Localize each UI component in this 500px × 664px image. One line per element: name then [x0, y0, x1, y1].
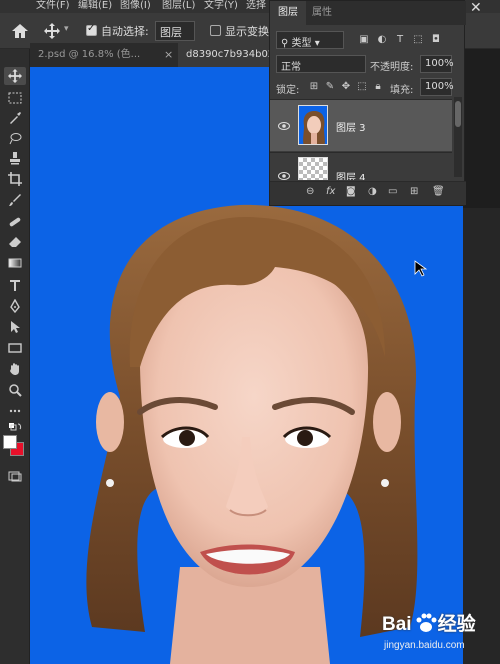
tab-document-1[interactable]: 2.psd @ 16.8% (色... [30, 43, 146, 67]
eye-icon[interactable] [278, 121, 290, 131]
crop-tool-icon[interactable] [4, 170, 26, 188]
show-transform-checkbox[interactable] [210, 25, 221, 36]
search-icon: ⚲ [281, 38, 292, 49]
layers-scrollbar[interactable] [454, 97, 462, 177]
healing-tool-icon[interactable] [4, 213, 26, 231]
menu-edit[interactable]: 编辑(E) [78, 0, 112, 11]
layer-name[interactable]: 图层 4 [336, 169, 366, 180]
filter-shape-icon[interactable]: ⬚ [412, 34, 424, 46]
lock-label: 锁定: [276, 85, 300, 96]
foreground-color-swatch[interactable] [3, 435, 17, 449]
new-group-icon[interactable]: ▭ [388, 186, 397, 197]
lasso-tool-icon[interactable] [4, 129, 26, 147]
auto-select-label: 自动选择: [101, 25, 149, 38]
lock-artboard-icon[interactable]: ⬚ [356, 81, 368, 93]
stamp-tool-icon[interactable] [4, 149, 26, 167]
lock-image-icon[interactable]: ✎ [324, 81, 336, 93]
lock-all-icon[interactable]: 🔒︎ [372, 81, 384, 93]
hand-tool-icon[interactable] [4, 360, 26, 378]
auto-select-target-dropdown[interactable]: 图层 [155, 21, 195, 41]
layers-panel-footer: ⊖ fx ◙ ◑ ▭ ⊞ 🗑︎ [270, 181, 466, 205]
layer-thumbnail [298, 105, 328, 145]
default-colors-icon[interactable] [4, 421, 26, 433]
new-layer-icon[interactable]: ⊞ [410, 186, 418, 197]
eraser-tool-icon[interactable] [4, 233, 26, 251]
filter-pixel-icon[interactable]: ▣ [358, 34, 370, 46]
link-layers-icon[interactable]: ⊖ [306, 186, 314, 197]
document-tabs: 2.psd @ 16.8% (色... × d8390c7b934b028ff9… [30, 43, 300, 67]
fx-button[interactable]: fx [326, 186, 335, 197]
layer-thumbnail [298, 157, 328, 180]
path-selection-tool-icon[interactable] [4, 318, 26, 336]
layers-panel: 图层 属性 ⚲ 类型 ▾ ▣ ◐ T ⬚ ◘ 正常 不透明度: 100% 锁定:… [269, 0, 466, 206]
eyedropper-tool-icon[interactable] [4, 109, 26, 127]
close-icon[interactable]: × [164, 48, 173, 61]
add-mask-icon[interactable]: ◙ [346, 186, 356, 197]
panel-dock [463, 208, 500, 664]
home-icon[interactable] [10, 22, 30, 40]
filter-smart-object-icon[interactable]: ◘ [430, 34, 442, 46]
tab-layers[interactable]: 图层 [270, 1, 306, 25]
auto-select-checkbox[interactable] [86, 23, 97, 36]
layers-panel-tabs: 图层 属性 [270, 1, 466, 25]
brush-tool-icon[interactable] [4, 191, 26, 209]
menu-type[interactable]: 文字(Y) [204, 0, 238, 11]
zoom-tool-icon[interactable] [4, 381, 26, 399]
lock-transparent-icon[interactable]: ⊞ [308, 81, 320, 93]
fill-label: 填充: [390, 85, 414, 96]
chevron-down-icon[interactable]: ▾ [64, 24, 69, 34]
layer-row[interactable]: 图层 4 [270, 152, 452, 180]
layer-name[interactable]: 图层 3 [336, 119, 366, 134]
pen-tool-icon[interactable] [4, 297, 26, 315]
lock-position-icon[interactable]: ✥ [340, 81, 352, 93]
fill-input[interactable]: 100% [420, 78, 454, 96]
watermark-url: jingyan.baidu.com [384, 640, 465, 651]
rectangle-tool-icon[interactable] [4, 339, 26, 357]
menu-file[interactable]: 文件(F) [36, 0, 70, 11]
quick-mask-icon[interactable] [4, 467, 26, 485]
tab-properties[interactable]: 属性 [304, 1, 340, 25]
opacity-input[interactable]: 100% [420, 55, 454, 73]
tools-panel [0, 49, 30, 664]
menu-image[interactable]: 图像(I) [120, 0, 151, 11]
eye-icon[interactable] [278, 171, 290, 180]
filter-kind-label: 类型 [291, 38, 312, 49]
marquee-tool-icon[interactable] [4, 89, 26, 107]
more-tools-icon[interactable] [4, 402, 26, 420]
layer-filter-dropdown[interactable]: ⚲ 类型 ▾ [276, 31, 344, 49]
type-tool-icon[interactable] [4, 276, 26, 294]
move-icon[interactable] [44, 23, 60, 39]
blend-mode-dropdown[interactable]: 正常 [276, 55, 366, 73]
trash-icon[interactable]: 🗑︎ [432, 186, 445, 197]
paw-icon [416, 613, 437, 632]
opacity-label: 不透明度: [370, 62, 414, 73]
menu-layer[interactable]: 图层(L) [162, 0, 195, 11]
adjustment-layer-icon[interactable]: ◑ [368, 186, 377, 197]
menu-select[interactable]: 选择 [246, 0, 266, 11]
filter-adjustment-icon[interactable]: ◐ [376, 34, 388, 46]
move-tool-icon[interactable] [4, 67, 26, 85]
cursor-icon [414, 260, 428, 277]
filter-type-icon[interactable]: T [394, 34, 406, 46]
gradient-tool-icon[interactable] [4, 254, 26, 272]
blend-mode-value: 正常 [281, 62, 301, 73]
layer-row[interactable]: 图层 3 [270, 99, 452, 151]
